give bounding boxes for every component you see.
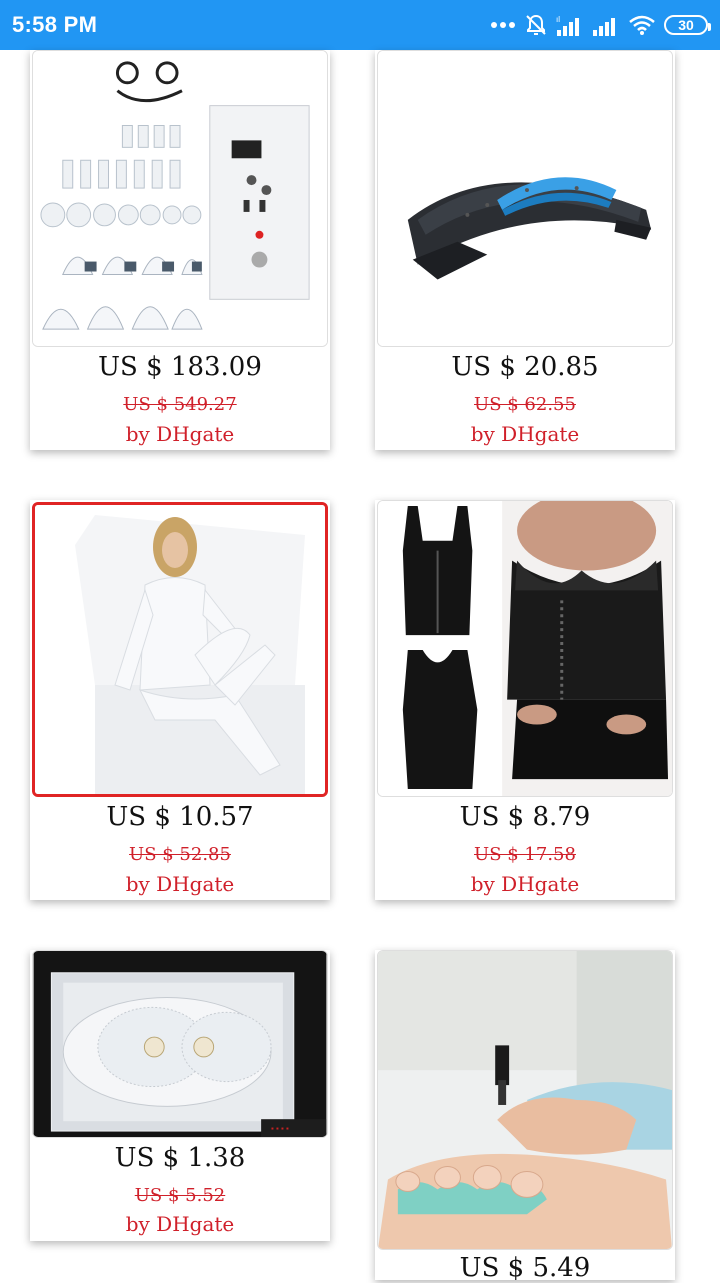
wifi-icon [629,15,655,35]
product-price: US $ 20.85 [451,352,599,382]
product-seller: by DHgate [470,422,580,446]
battery-icon: 30 [664,15,711,35]
product-original-price: US $ 5.52 [134,1185,226,1206]
status-icons: ıl 30 [490,10,711,40]
electrode-pad-image[interactable]: ▪ ▪ ▪ ▪ [32,950,328,1138]
more-dots-icon [491,22,515,28]
toe-separator-pedicure-image[interactable] [377,950,673,1250]
product-card[interactable]: ▪ ▪ ▪ ▪ US $ 1.38 US $ 5.52 by DHgate [30,950,330,1241]
product-seller: by DHgate [125,422,235,446]
signal-icon [593,18,615,36]
product-card[interactable]: US $ 8.79 US $ 17.58 by DHgate [375,500,675,900]
status-time: 5:58 PM [12,12,98,37]
product-seller: by DHgate [125,872,235,896]
white-bodysuit-image[interactable] [32,502,328,797]
svg-text:ıl: ıl [556,15,560,24]
battery-level: 30 [678,17,694,33]
product-seller: by DHgate [125,1212,235,1236]
vacuum-cupping-machine-image[interactable] [32,50,328,347]
product-original-price: US $ 62.55 [474,394,576,415]
waist-trainer-vest-image[interactable] [377,500,673,797]
svg-text:▪ ▪ ▪ ▪: ▪ ▪ ▪ ▪ [271,1124,289,1133]
product-original-price: US $ 52.85 [129,844,231,865]
product-price: US $ 8.79 [459,802,591,832]
alarm-off-icon [526,14,546,35]
product-card[interactable]: US $ 10.57 US $ 52.85 by DHgate [30,500,330,900]
back-stretcher-image[interactable] [377,50,673,347]
product-card[interactable]: US $ 183.09 US $ 549.27 by DHgate [30,50,330,450]
product-price: US $ 5.49 [459,1253,591,1283]
product-card[interactable]: US $ 20.85 US $ 62.55 by DHgate [375,50,675,450]
product-card[interactable]: US $ 5.49 [375,950,675,1283]
status-bar: 5:58 PM ıl 30 [0,0,720,50]
product-original-price: US $ 17.58 [474,844,576,865]
product-price: US $ 10.57 [106,802,254,832]
product-price: US $ 1.38 [114,1143,246,1173]
product-original-price: US $ 549.27 [123,394,237,415]
product-price: US $ 183.09 [98,352,262,382]
product-seller: by DHgate [470,872,580,896]
signal-icon: ıl [556,15,579,36]
